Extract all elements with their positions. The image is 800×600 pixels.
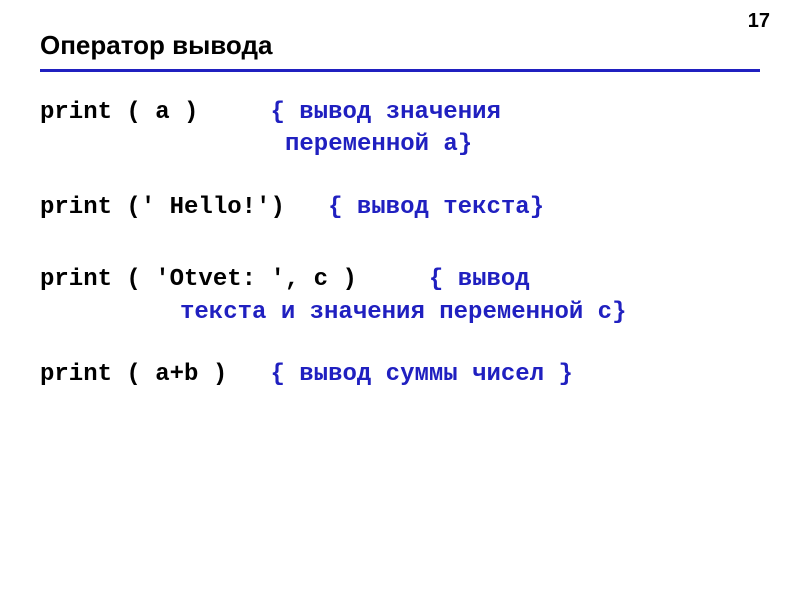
example-1: print ( a ) { вывод значения переменной … (40, 97, 760, 162)
code-comment: переменной a} (285, 131, 472, 158)
code-comment: текста и значения переменной c} (180, 299, 626, 326)
code-text: print (' Hello!') (40, 194, 285, 221)
example-3: print ( 'Otvet: ', c ) { вывод текста и … (40, 264, 760, 329)
code-text: print ( 'Otvet: ', c ) (40, 266, 357, 293)
code-text: print ( a ) (40, 99, 198, 126)
example-4: print ( a+b ) { вывод суммы чисел } (40, 359, 760, 391)
page-number: 17 (748, 10, 770, 33)
example-2: print (' Hello!') { вывод текста} (40, 192, 760, 224)
code-text: print ( a+b ) (40, 361, 227, 388)
code-comment: { вывод суммы чисел } (270, 361, 572, 388)
code-comment: { вывод текста} (328, 194, 544, 221)
code-comment: { вывод (429, 266, 530, 293)
code-content: print ( a ) { вывод значения переменной … (40, 97, 760, 391)
slide-title: Оператор вывода (40, 30, 760, 72)
code-comment: { вывод значения (270, 99, 500, 126)
